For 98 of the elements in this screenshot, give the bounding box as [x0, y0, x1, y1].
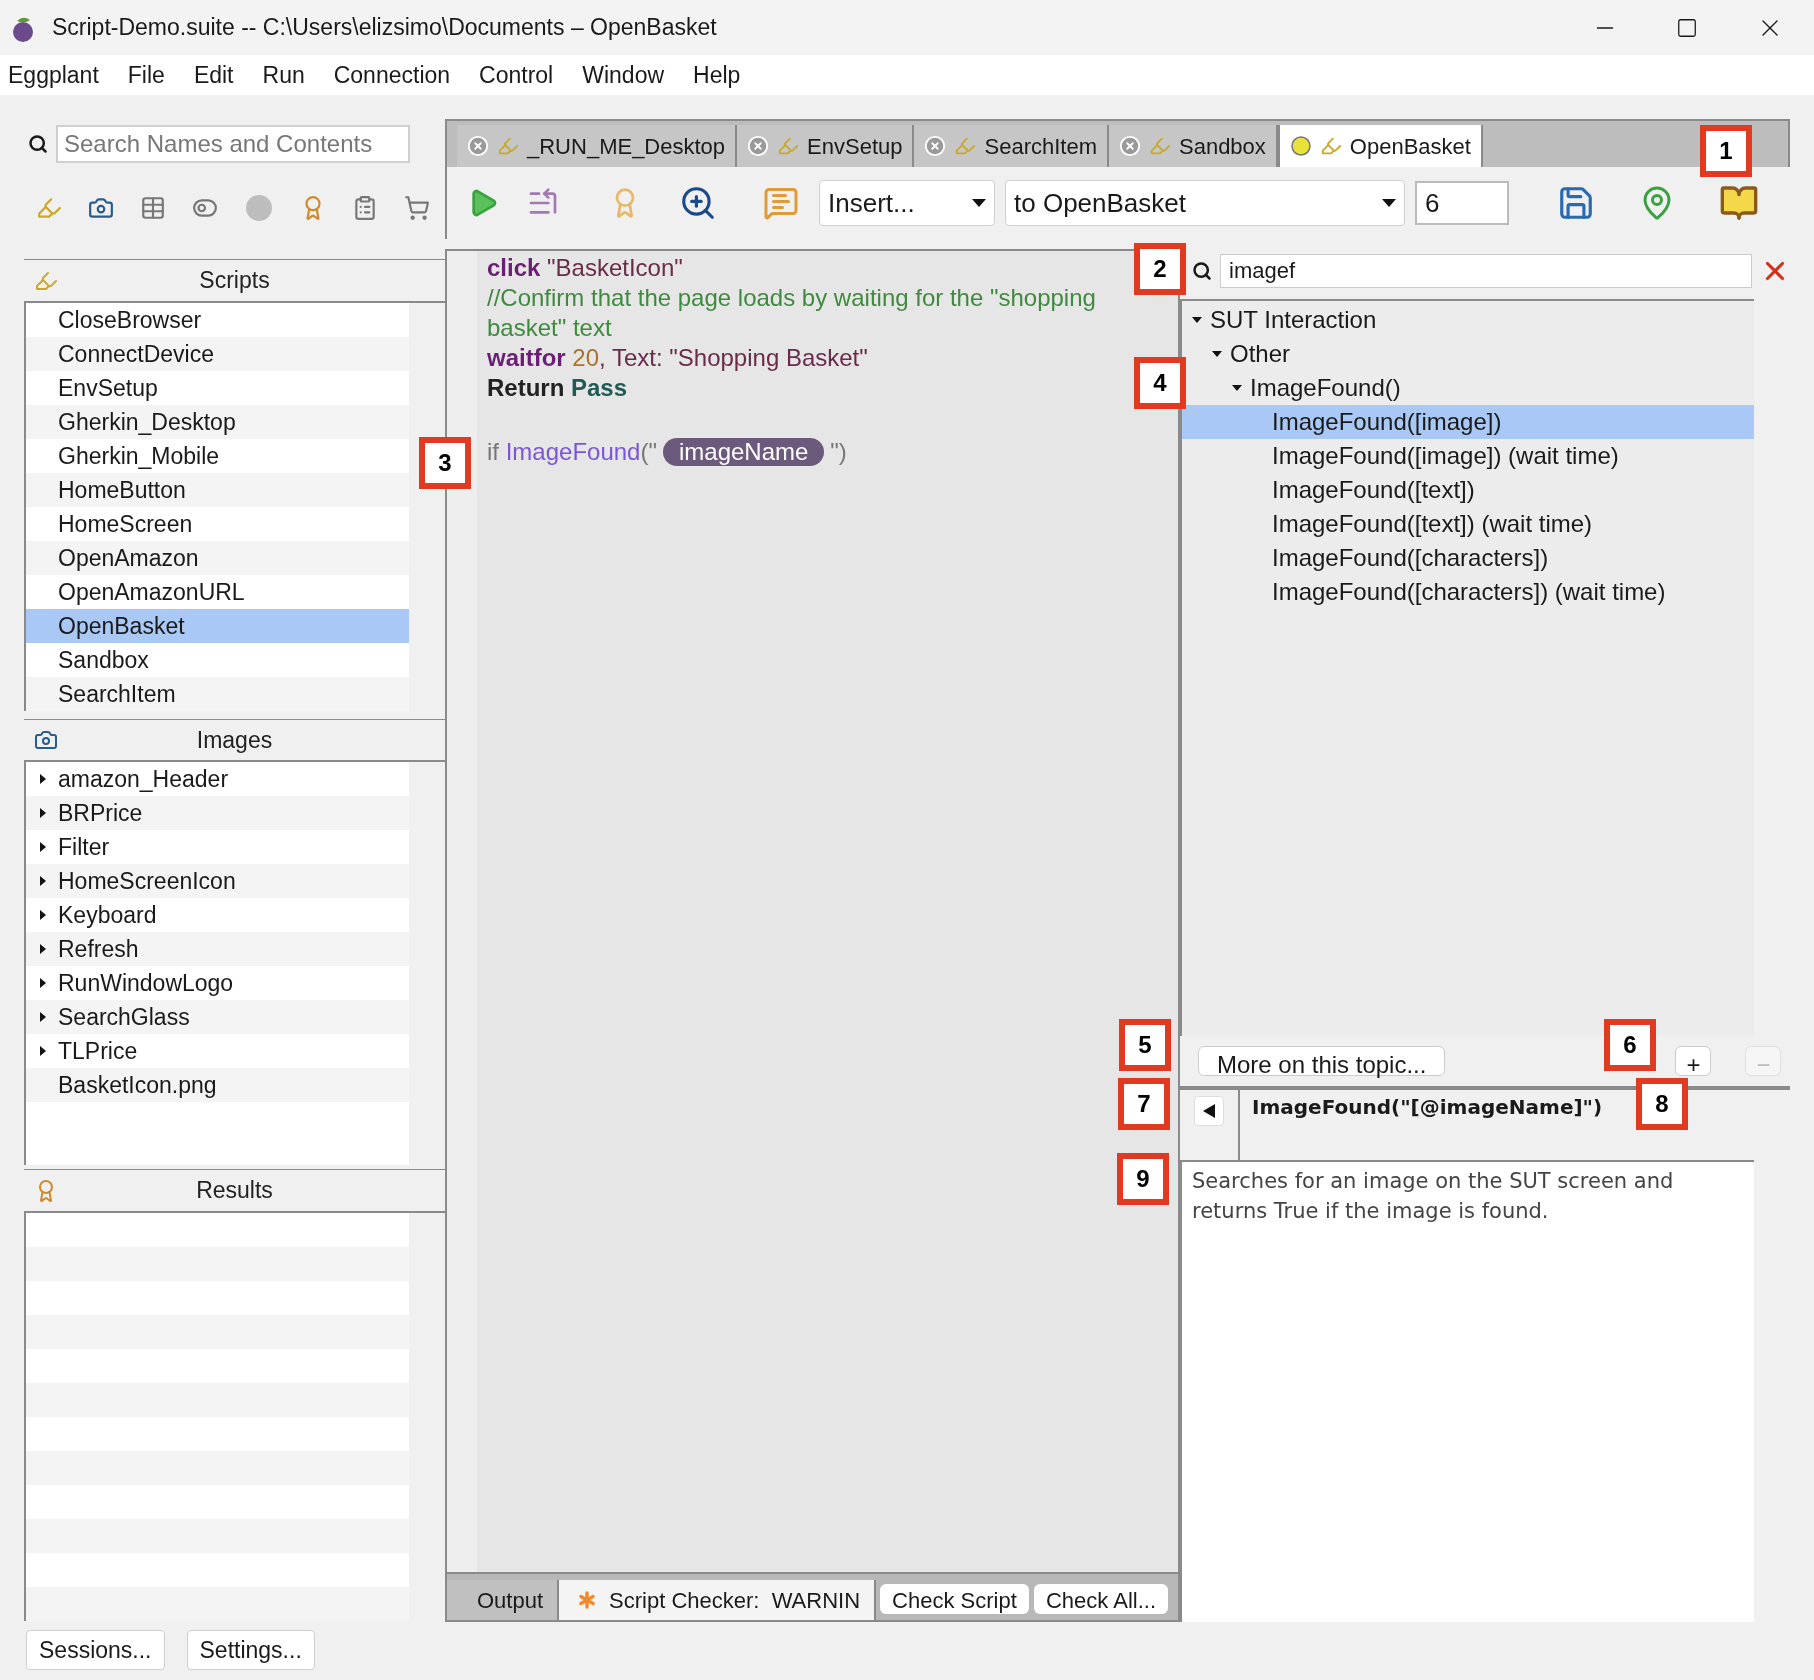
- pencil-icon: [777, 135, 800, 157]
- pencil-icon: [1319, 135, 1342, 157]
- window-title: Script-Demo.suite -- C:\Users\elizsimo\Documents – OpenBasket: [52, 13, 717, 43]
- tree-item[interactable]: ImageFound([image]) (wait time): [1182, 439, 1754, 473]
- disclosure-triangle-icon[interactable]: [1232, 383, 1242, 393]
- menu-item[interactable]: Help: [693, 57, 741, 93]
- close-tab-icon[interactable]: [467, 135, 489, 157]
- callout-number: 5: [1119, 1019, 1171, 1071]
- disclosure-triangle-icon[interactable]: [38, 944, 48, 955]
- tree-item[interactable]: ImageFound([text]) (wait time): [1182, 507, 1754, 541]
- section-title: Images: [196, 725, 273, 755]
- menu-item[interactable]: Connection: [333, 57, 451, 93]
- callout-number: 4: [1134, 357, 1186, 409]
- disclosure-triangle-icon[interactable]: [38, 842, 48, 853]
- tree-item[interactable]: ImageFound([characters]) (wait time): [1182, 575, 1754, 609]
- search-icon: [28, 133, 48, 154]
- back-button[interactable]: [1194, 1096, 1224, 1126]
- code-line: waitfor 20, Text: "Shopping Basket": [487, 343, 868, 373]
- menu-item[interactable]: Edit: [193, 57, 234, 93]
- script-tab[interactable]: OpenBasket: [1277, 125, 1483, 167]
- close-tab-icon[interactable]: [747, 135, 770, 157]
- menu-item[interactable]: File: [127, 57, 165, 93]
- dropdown-arrow-icon: [1382, 199, 1396, 207]
- dropdown-arrow-icon: [972, 199, 986, 207]
- code-line: Return Pass: [487, 373, 628, 403]
- close-tab-icon[interactable]: [924, 135, 947, 157]
- menu-item[interactable]: Control: [479, 57, 554, 93]
- tree-item[interactable]: ImageFound([image]): [1182, 405, 1754, 439]
- help-search-field[interactable]: imagef: [1220, 254, 1752, 288]
- menu-item[interactable]: Eggplant: [8, 57, 99, 93]
- disclosure-triangle-icon[interactable]: [38, 1012, 48, 1023]
- script-item[interactable]: ConnectDevice: [26, 336, 409, 371]
- script-tab[interactable]: SearchItem: [914, 125, 1109, 167]
- disclosure-triangle-icon[interactable]: [38, 910, 48, 921]
- count-field[interactable]: 6: [1415, 181, 1509, 225]
- callout-number: 8: [1636, 1078, 1688, 1130]
- disclosure-triangle-icon[interactable]: [1212, 349, 1222, 359]
- insert-dropdown[interactable]: Insert...: [819, 180, 995, 226]
- section-title: Results: [196, 1176, 273, 1206]
- disclosure-triangle-icon[interactable]: [38, 774, 48, 785]
- script-item[interactable]: OpenBasket: [26, 608, 409, 643]
- disclosure-triangle-icon[interactable]: [38, 876, 48, 887]
- disclosure-triangle-icon[interactable]: [1192, 315, 1202, 325]
- tree-item[interactable]: ImageFound([text]): [1182, 473, 1754, 507]
- zoom-in-icon[interactable]: [679, 184, 717, 222]
- checker-button[interactable]: Check All...: [1033, 1584, 1168, 1614]
- more-button[interactable]: More on this topic...: [1198, 1046, 1446, 1076]
- menu-item[interactable]: Window: [582, 57, 665, 93]
- function-signature: ImageFound("[@imageName]"): [1252, 1095, 1603, 1119]
- function-description: Searches for an image on the SUT screen and returns True if the image is found.: [1192, 1168, 1675, 1225]
- back-arrow-icon: [1203, 1104, 1215, 1118]
- save-icon[interactable]: [1557, 184, 1595, 222]
- image-item[interactable]: RunWindowLogo: [58, 966, 234, 1001]
- pencil-icon: [954, 135, 977, 157]
- search-icon: [1192, 261, 1212, 281]
- disclosure-triangle-icon[interactable]: [38, 1046, 48, 1057]
- image-item[interactable]: Keyboard: [58, 898, 157, 933]
- disclosure-triangle-icon[interactable]: [38, 978, 48, 989]
- output-tab[interactable]: Script Checker: WARNIN: [557, 1580, 877, 1620]
- add-button[interactable]: +: [1675, 1046, 1712, 1076]
- callout-number: 3: [419, 437, 471, 489]
- script-tab[interactable]: _RUN_ME_Desktop: [457, 125, 738, 167]
- disclosure-triangle-icon[interactable]: [38, 808, 48, 819]
- code-line: if ImageFound(" imageName "): [487, 437, 847, 467]
- pencil-icon: [1149, 135, 1171, 157]
- callout-number: 2: [1134, 243, 1186, 295]
- close-tab-icon[interactable]: [1119, 135, 1141, 157]
- callout-number: 9: [1117, 1153, 1169, 1205]
- handler-dropdown[interactable]: to OpenBasket: [1005, 180, 1405, 226]
- tree-item[interactable]: SUT Interaction: [1182, 303, 1754, 337]
- callout-number: 6: [1604, 1019, 1656, 1071]
- menu-item[interactable]: Run: [262, 57, 305, 93]
- section-title: Scripts: [199, 266, 270, 296]
- tree-item[interactable]: ImageFound([characters]): [1182, 541, 1754, 575]
- cart-icon[interactable]: [404, 194, 430, 221]
- output-tab[interactable]: Output: [447, 1580, 558, 1620]
- image-item[interactable]: amazon_Header: [58, 762, 229, 797]
- callout-number: 7: [1118, 1078, 1170, 1130]
- image-item[interactable]: TLPrice: [58, 1034, 138, 1069]
- status-dot-icon: [1289, 135, 1312, 157]
- search-field[interactable]: Search Names and Contents: [56, 124, 410, 163]
- image-item[interactable]: Filter: [58, 830, 110, 865]
- code-line: //Confirm that the page loads by waiting for the "shopping basket" text: [487, 283, 1097, 343]
- sidebar-button[interactable]: Sessions...: [26, 1630, 165, 1671]
- script-tab[interactable]: Sandbox: [1109, 125, 1278, 167]
- callout-number: 1: [1700, 125, 1752, 177]
- pencil-icon: [497, 135, 519, 157]
- script-item[interactable]: Gherkin_Desktop: [26, 404, 409, 439]
- sidebar-button[interactable]: Settings...: [186, 1630, 315, 1671]
- script-tab[interactable]: EnvSetup: [737, 125, 915, 167]
- checker-button[interactable]: Check Script: [880, 1584, 1029, 1614]
- table-icon[interactable]: [140, 194, 166, 221]
- clipboard-icon[interactable]: [352, 194, 378, 221]
- code-line: click "BasketIcon": [487, 253, 683, 283]
- maximize-icon[interactable]: [1676, 16, 1698, 39]
- script-item[interactable]: SearchItem: [26, 676, 409, 711]
- script-item[interactable]: HomeButton: [26, 472, 409, 507]
- script-item[interactable]: OpenAmazon: [26, 540, 409, 575]
